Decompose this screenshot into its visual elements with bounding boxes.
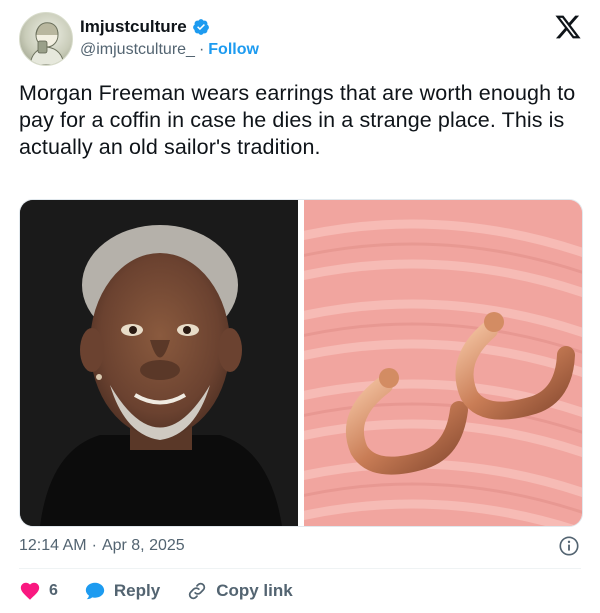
earrings-photo[interactable] — [304, 200, 582, 526]
x-logo-icon[interactable] — [554, 13, 582, 41]
handle-separator: · — [198, 41, 205, 58]
portrait-photo[interactable] — [20, 200, 298, 526]
timestamp-row[interactable]: 12:14 AM · Apr 8, 2025 — [19, 537, 185, 555]
tweet-time: 12:14 AM — [19, 537, 87, 554]
verified-badge-icon — [192, 19, 209, 35]
action-bar: 6 Reply Copy link — [19, 578, 319, 604]
portrait-illustration — [20, 200, 298, 526]
heart-icon — [20, 582, 40, 600]
reply-button[interactable]: Reply — [84, 580, 160, 602]
media-grid — [19, 199, 583, 527]
tweet-card: Imjustculture @imjustculture_ · Follow M… — [0, 0, 600, 613]
like-button[interactable]: 6 — [19, 580, 58, 602]
author-handle[interactable]: @imjustculture_ — [80, 41, 195, 59]
author-name-row: Imjustculture — [80, 17, 210, 37]
info-icon[interactable] — [558, 535, 580, 557]
tweet-text: Morgan Freeman wears earrings that are w… — [19, 81, 576, 159]
reply-label: Reply — [113, 581, 161, 600]
tweet-date: Apr 8, 2025 — [101, 537, 185, 554]
copy-link-button[interactable]: Copy link — [186, 580, 293, 602]
divider — [19, 568, 581, 569]
copy-link-label: Copy link — [216, 581, 293, 600]
follow-button[interactable]: Follow — [208, 41, 259, 59]
author-display-name[interactable]: Imjustculture — [80, 17, 187, 37]
earrings-illustration — [304, 200, 582, 526]
like-count: 6 — [49, 582, 58, 599]
timestamp-separator: · — [91, 537, 97, 554]
avatar[interactable] — [19, 12, 73, 66]
link-icon — [189, 582, 206, 600]
reply-bubble-icon — [85, 582, 105, 600]
avatar-illustration — [29, 22, 65, 65]
author-handle-row: @imjustculture_ · Follow — [80, 41, 259, 59]
